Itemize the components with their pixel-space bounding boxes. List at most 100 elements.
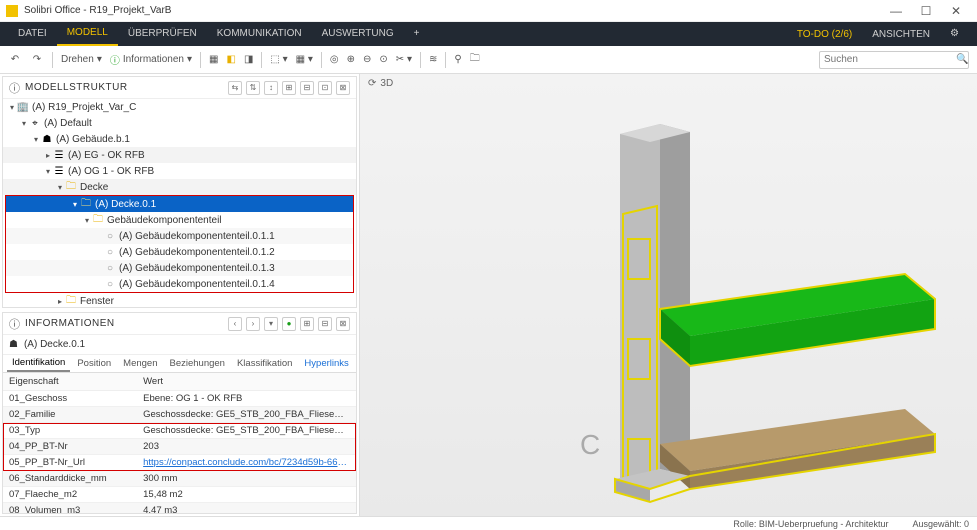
tab-klassifikation[interactable]: Klassifikation	[232, 356, 297, 371]
menubar: DATEI MODELL ÜBERPRÜFEN KOMMUNIKATION AU…	[0, 22, 977, 46]
search-input[interactable]	[824, 54, 956, 65]
red-highlight-rows: 03_TypGeschossdecke: GE5_STB_200_FBA_Fli…	[3, 423, 356, 471]
info-icon: ⓘ	[9, 316, 20, 332]
menu-modell[interactable]: MODELL	[57, 22, 118, 46]
informationen-button[interactable]: ⓘ Informationen ▾	[110, 52, 192, 67]
menu-ueberpruefen[interactable]: ÜBERPRÜFEN	[118, 22, 207, 46]
tab-identifikation[interactable]: Identifikation	[7, 355, 70, 372]
table-row[interactable]: 02_FamilieGeschossdecke: GE5_STB_200_FBA…	[3, 407, 356, 423]
tool-icon-2[interactable]: ◧	[226, 54, 235, 65]
panel-tool[interactable]: ⊞	[300, 317, 314, 331]
settings-icon[interactable]: ⚙	[940, 22, 969, 46]
redo-button[interactable]: ↷	[30, 53, 44, 67]
panel-tool[interactable]: ▾	[264, 317, 278, 331]
table-row[interactable]: 08_Volumen_m34,47 m3	[3, 503, 356, 514]
undo-icon: ↶	[8, 53, 22, 67]
minimize-button[interactable]: —	[881, 4, 911, 18]
maximize-button[interactable]: ☐	[911, 4, 941, 18]
panel-tool[interactable]: ⊟	[318, 317, 332, 331]
tool-icon-1[interactable]: ▦	[209, 54, 218, 65]
orientation-cube[interactable]: C	[580, 429, 600, 461]
tree-row[interactable]: ▾🏢(A) R19_Projekt_Var_C	[3, 99, 356, 115]
modellstruktur-panel: ⓘ MODELLSTRUKTUR ⇆ ⇅ ↕ ⊞ ⊟ ⊡ ⊠ ▾🏢(A) R19…	[2, 76, 357, 308]
tool-dropdown-icon[interactable]: ✂ ▾	[396, 54, 412, 65]
layers-icon[interactable]: ≋	[429, 54, 437, 65]
table-row[interactable]: 04_PP_BT-Nr203	[3, 439, 356, 455]
tool-box-icon[interactable]: ⬚ ▾	[270, 54, 287, 65]
todo-button[interactable]: TO-DO (2/6)	[787, 29, 862, 40]
tab-hyperlinks[interactable]: Hyperlinks	[299, 356, 353, 371]
panel-tool[interactable]: ⊟	[300, 81, 314, 95]
red-highlight-tree: ▾🗀(A) Decke.0.1 ▾🗀Gebäudekomponententeil…	[5, 195, 354, 293]
table-row[interactable]: 05_PP_BT-Nr_Urlhttps://conpact.conclude.…	[3, 455, 356, 471]
zoom-in-icon[interactable]: ⊕	[347, 54, 355, 65]
element-name: (A) Decke.0.1	[24, 339, 85, 350]
menu-kommunikation[interactable]: KOMMUNIKATION	[207, 22, 312, 46]
panel-tool[interactable]: ⊠	[336, 81, 350, 95]
tree-row-selected[interactable]: ▾🗀(A) Decke.0.1	[6, 196, 353, 212]
property-table-container: EigenschaftWert 01_GeschossEbene: OG 1 -…	[3, 373, 356, 513]
statusbar: Rolle: BIM-Ueberpruefung - Architektur A…	[0, 516, 977, 530]
3d-scene	[360, 74, 977, 516]
zoom-out-icon[interactable]: ⊖	[363, 54, 371, 65]
close-button[interactable]: ✕	[941, 4, 971, 18]
table-row[interactable]: 03_TypGeschossdecke: GE5_STB_200_FBA_Fli…	[3, 423, 356, 439]
tab-beziehungen[interactable]: Beziehungen	[165, 356, 230, 371]
table-row[interactable]: 07_Flaeche_m215,48 m2	[3, 487, 356, 503]
tree-row[interactable]: ▾⌖(A) Default	[3, 115, 356, 131]
app-icon	[6, 5, 18, 17]
tree-row[interactable]: ▸🗀Fenster	[3, 293, 356, 307]
tree-row[interactable]: ▾☰(A) OG 1 - OK RFB	[3, 163, 356, 179]
informationen-panel: ⓘ INFORMATIONEN ‹ › ▾ ● ⊞ ⊟ ⊠ ☗ (A) Deck…	[2, 312, 357, 514]
menu-datei[interactable]: DATEI	[8, 22, 57, 46]
property-table: EigenschaftWert 01_GeschossEbene: OG 1 -…	[3, 373, 356, 513]
drehen-button[interactable]: Drehen ▾	[61, 54, 102, 65]
status-rolle: Rolle: BIM-Ueberpruefung - Architektur	[733, 519, 888, 529]
view-3d[interactable]: ⟳3D C	[360, 74, 977, 516]
folder-icon[interactable]: 🗀	[470, 51, 480, 68]
info-icon: ⓘ	[9, 80, 20, 96]
tree-row[interactable]: ▸☰(A) EG - OK RFB	[3, 147, 356, 163]
col-wert[interactable]: Wert	[137, 373, 356, 391]
tool-icon-3[interactable]: ◨	[244, 54, 253, 65]
status-ausgewaehlt: Ausgewählt: 0	[912, 519, 969, 529]
table-row[interactable]: 01_GeschossEbene: OG 1 - OK RFB	[3, 391, 356, 407]
tool-target-icon[interactable]: ◎	[330, 54, 339, 65]
tree-row[interactable]: ▾🗀Decke	[3, 179, 356, 195]
tree-row[interactable]: ▾☗(A) Gebäude.b.1	[3, 131, 356, 147]
ansichten-button[interactable]: ANSICHTEN	[862, 29, 940, 40]
menu-auswertung[interactable]: AUSWERTUNG	[312, 22, 404, 46]
panel-tool[interactable]: ●	[282, 317, 296, 331]
menu-add[interactable]: +	[404, 22, 430, 46]
panel-tool[interactable]: ⇅	[246, 81, 260, 95]
tree-row[interactable]: ○(A) Gebäudekomponententeil.0.1.2	[6, 244, 353, 260]
zoom-fit-icon[interactable]: ⊙	[379, 54, 387, 65]
panel-tool[interactable]: ↕	[264, 81, 278, 95]
info-element-row: ☗ (A) Decke.0.1	[3, 335, 356, 355]
tab-mengen[interactable]: Mengen	[118, 356, 162, 371]
panel-tool[interactable]: ⊠	[336, 317, 350, 331]
location-icon[interactable]: ⚲	[454, 54, 461, 65]
panel-tool[interactable]: ‹	[228, 317, 242, 331]
model-tree[interactable]: ▾🏢(A) R19_Projekt_Var_C ▾⌖(A) Default ▾☗…	[3, 99, 356, 307]
tab-position[interactable]: Position	[72, 356, 116, 371]
titlebar: Solibri Office - R19_Projekt_VarB — ☐ ✕	[0, 0, 977, 22]
tree-row[interactable]: ○(A) Gebäudekomponententeil.0.1.4	[6, 276, 353, 292]
panel-tool[interactable]: ⇆	[228, 81, 242, 95]
panel-title-modell: MODELLSTRUKTUR	[25, 82, 228, 93]
undo-button[interactable]: ↶	[8, 53, 22, 67]
panel-tool[interactable]: ⊡	[318, 81, 332, 95]
info-tabs: Identifikation Position Mengen Beziehung…	[3, 355, 356, 373]
panel-title-info: INFORMATIONEN	[25, 318, 228, 329]
search-icon: 🔍	[956, 54, 968, 65]
tree-row[interactable]: ○(A) Gebäudekomponententeil.0.1.3	[6, 260, 353, 276]
tree-row[interactable]: ▾🗀Gebäudekomponententeil	[6, 212, 353, 228]
search-box[interactable]: 🔍	[819, 51, 969, 69]
table-row[interactable]: 06_Standarddicke_mm300 mm	[3, 471, 356, 487]
tool-grid-icon[interactable]: ▦ ▾	[296, 54, 313, 65]
col-eigenschaft[interactable]: Eigenschaft	[3, 373, 137, 391]
panel-tool[interactable]: ⊞	[282, 81, 296, 95]
tree-row[interactable]: ○(A) Gebäudekomponententeil.0.1.1	[6, 228, 353, 244]
toolbar: ↶ ↷ Drehen ▾ ⓘ Informationen ▾ ▦ ◧ ◨ ⬚ ▾…	[0, 46, 977, 74]
panel-tool[interactable]: ›	[246, 317, 260, 331]
